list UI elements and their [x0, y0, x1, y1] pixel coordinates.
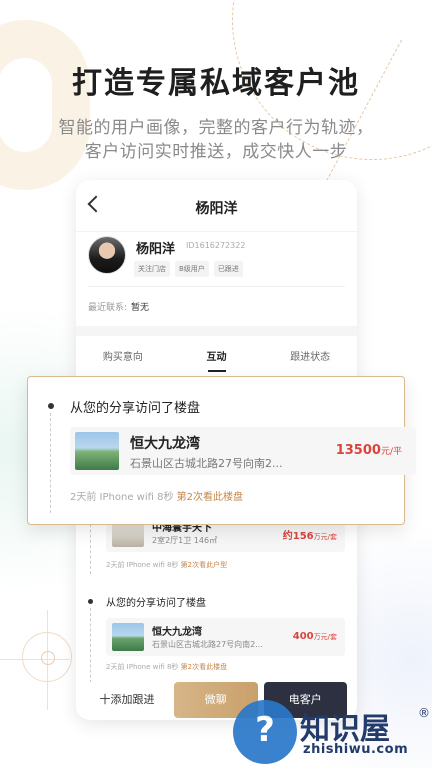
property-price: 400万元/套 — [292, 631, 337, 642]
property-name: 恒大九龙湾 — [130, 436, 200, 452]
timeline-item: 从您的分享访问了楼盘 恒大九龙湾 石景山区古城北路27号向南2... 400万元… — [76, 594, 357, 688]
tag: B级用户 — [175, 261, 209, 277]
customer-profile: 杨阳洋 ID1616272322 关注门店 B级用户 已跟进 — [76, 234, 357, 292]
nav-bar: 杨阳洋 — [76, 180, 357, 232]
tag: 关注门店 — [134, 261, 170, 277]
watermark-url: zhishiwu.com — [303, 742, 409, 757]
property-thumbnail — [112, 623, 144, 651]
decorative-zero-shape — [0, 20, 90, 190]
visit-meta: 2天前 IPhone wifi 8秒 第2次看此户型 — [106, 561, 228, 569]
last-contact-value: 暂无 — [131, 303, 150, 313]
timeline-dot — [48, 403, 54, 409]
property-address: 石景山区古城北路27号向南2... — [152, 640, 263, 649]
subtitle-line-1: 智能的用户画像，完整的客户行为轨迹， — [58, 118, 374, 138]
tab-interaction[interactable]: 互动 — [170, 338, 264, 374]
tab-bar: 购买意向 互动 跟进状态 — [76, 338, 357, 374]
timeline-dot — [88, 599, 93, 604]
tab-purchase-intent[interactable]: 购买意向 — [76, 338, 170, 374]
customer-id: ID1616272322 — [186, 241, 246, 250]
nav-title: 杨阳洋 — [195, 201, 238, 217]
visit-meta: 2天前 IPhone wifi 8秒 第2次看此楼盘 — [70, 492, 243, 503]
tag: 已跟进 — [213, 261, 243, 277]
divider — [88, 286, 345, 287]
timeline-item-title: 从您的分享访问了楼盘 — [106, 598, 206, 609]
last-contact-label: 最近联系: — [88, 303, 128, 313]
timeline-line — [90, 608, 91, 688]
property-address: 石景山区古城北路27号向南2... — [130, 457, 283, 470]
property-price: 13500元/平 — [335, 443, 402, 458]
last-contact: 最近联系: 暂无 — [88, 300, 149, 313]
visit-title: 从您的分享访问了楼盘 — [70, 401, 201, 416]
customer-name: 杨阳洋 — [136, 242, 176, 257]
tab-follow-status[interactable]: 跟进状态 — [263, 338, 357, 374]
property-price: 约156万元/套 — [282, 531, 337, 542]
property-name: 恒大九龙湾 — [152, 627, 202, 638]
property-card[interactable]: 恒大九龙湾 石景山区古城北路27号向南2... 400万元/套 — [106, 618, 345, 656]
avatar — [88, 236, 126, 274]
property-layout: 2室2厅1卫 146㎡ — [152, 536, 218, 545]
timeline-line — [50, 413, 51, 513]
visit-meta: 2天前 IPhone wifi 8秒 第2次看此楼盘 — [106, 663, 228, 671]
property-card[interactable]: 恒大九龙湾 石景山区古城北路27号向南2... 13500元/平 — [70, 427, 416, 475]
customer-tags: 关注门店 B级用户 已跟进 — [134, 261, 243, 277]
headline: 打造专属私域客户池 — [72, 66, 360, 101]
property-thumbnail — [75, 432, 119, 470]
decorative-target-icon — [22, 632, 72, 682]
section-separator — [76, 326, 357, 336]
add-follow-up-button[interactable]: 十添加跟进 — [86, 682, 168, 718]
highlight-visit-card: 从您的分享访问了楼盘 恒大九龙湾 石景山区古城北路27号向南2... 13500… — [27, 376, 416, 525]
watermark-logo-icon: ? — [233, 700, 297, 764]
watermark-registered-mark: ® — [418, 706, 430, 720]
decorative-line — [47, 610, 48, 710]
subtitle-line-2: 客户访问实时推送，成交快人一步 — [84, 142, 348, 162]
decorative-line — [0, 659, 70, 660]
